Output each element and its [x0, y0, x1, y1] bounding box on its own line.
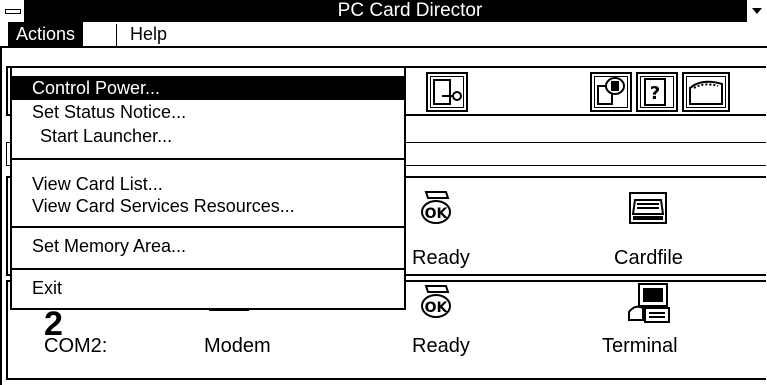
system-menu-button[interactable]: [0, 0, 26, 22]
chevron-down-icon: [752, 8, 762, 14]
slot-1-app: Cardfile: [614, 247, 683, 269]
terminal-icon: [628, 283, 670, 323]
menu-item-set-status-notice[interactable]: Set Status Notice...: [12, 100, 404, 124]
menu-item-view-card-services[interactable]: View Card Services Resources...: [12, 194, 404, 218]
slot-2-port: COM2:: [44, 335, 108, 357]
card-info-button[interactable]: [590, 72, 632, 112]
system-menu-icon: [5, 9, 21, 14]
menu-separator: [12, 158, 404, 160]
menu-item-start-launcher[interactable]: Start Launcher...: [12, 124, 404, 148]
menu-item-exit[interactable]: Exit: [12, 276, 404, 300]
slot-2-card: Modem: [204, 335, 271, 357]
slot-1-status: Ready: [412, 247, 470, 269]
ok-icon: OK: [421, 285, 451, 318]
key-card-icon: [433, 79, 462, 105]
title-bar: PC Card Director: [0, 0, 767, 22]
folder-button[interactable]: [682, 72, 730, 112]
minimize-button[interactable]: [745, 0, 767, 22]
menu-separator: [12, 268, 404, 270]
menu-item-view-card-list[interactable]: View Card List...: [12, 172, 404, 196]
folder-icon: [689, 80, 723, 105]
menu-divider: [116, 24, 117, 46]
window-border: [0, 46, 2, 385]
menu-item-set-memory-area[interactable]: Set Memory Area...: [12, 234, 404, 258]
svg-text:?: ?: [650, 83, 660, 104]
menu-separator: [12, 226, 404, 228]
help-button[interactable]: ?: [636, 72, 678, 112]
menu-bar: Actions Help: [0, 22, 767, 48]
svg-text:OK: OK: [425, 206, 449, 222]
main-window: PC Card Director Actions Help ? OK Ready…: [0, 0, 767, 385]
menu-actions[interactable]: Actions: [8, 22, 84, 46]
card-info-icon: [597, 77, 625, 105]
help-book-icon: ?: [644, 78, 666, 106]
menu-help[interactable]: Help: [122, 22, 175, 46]
ok-icon: OK: [421, 191, 451, 224]
window-title: PC Card Director: [337, 0, 483, 21]
slot-2-app: Terminal: [602, 335, 678, 357]
menu-item-control-power[interactable]: Control Power...: [12, 76, 404, 100]
svg-text:OK: OK: [425, 300, 449, 316]
key-card-button[interactable]: [426, 72, 468, 112]
cardfile-icon: [629, 192, 667, 224]
actions-dropdown-menu: Control Power... Set Status Notice... St…: [10, 66, 406, 310]
slot-2-status: Ready: [412, 335, 470, 357]
